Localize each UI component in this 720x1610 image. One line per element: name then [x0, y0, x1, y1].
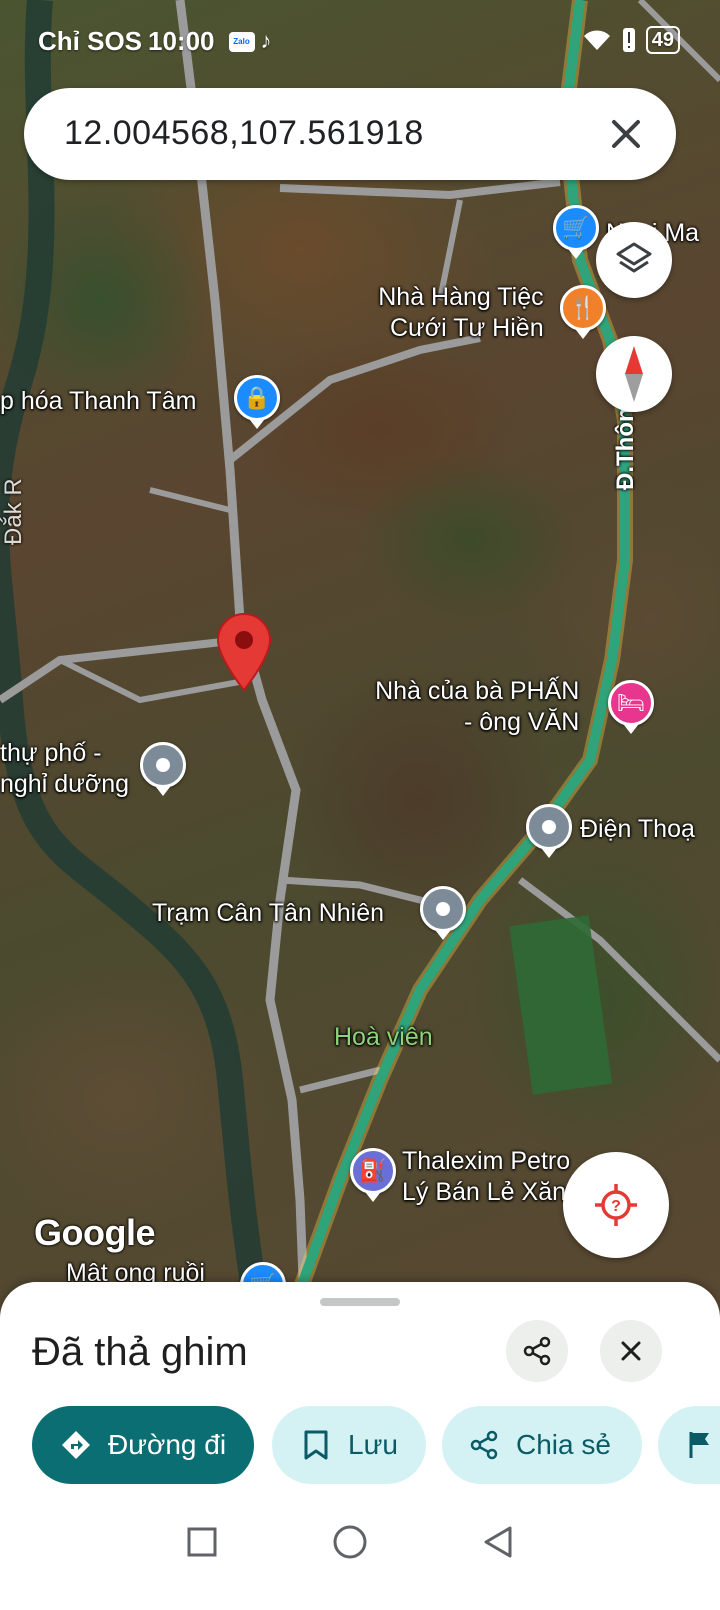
alert-icon — [622, 28, 635, 52]
map-roads — [0, 0, 720, 1330]
poi-label-petrol-line1: Thalexim Petro — [402, 1147, 571, 1175]
status-bar: Chỉ SOS 10:00 Zalo ♪ 49 — [0, 22, 720, 62]
share-icon — [468, 1429, 500, 1461]
poi-label-petrol-line2: Lý Bán Lẻ Xăn — [402, 1178, 567, 1206]
directions-icon — [60, 1429, 92, 1461]
svg-text:?: ? — [611, 1198, 621, 1215]
carrier-label: Chỉ SOS — [38, 26, 143, 56]
location-poi-icon[interactable] — [420, 886, 466, 940]
poi-label-house[interactable]: Nhà của bà PHẤN - ông VĂN — [372, 676, 579, 738]
gas-station-poi-icon[interactable]: ⛽ — [350, 1148, 396, 1202]
close-icon — [621, 1341, 641, 1361]
shopping-cart-poi-icon[interactable]: 🛒 — [553, 205, 599, 259]
map-view[interactable]: 🛒 Ngọi Ma Nhà Hàng Tiệc Cưới Tư Hiền 🍴 p… — [0, 0, 720, 1330]
compass-icon — [625, 346, 643, 402]
poi-label-house-line2: - ông VĂN — [464, 708, 580, 736]
circle-icon — [333, 1525, 367, 1559]
share-chip-button[interactable]: Chia sẻ — [442, 1406, 642, 1484]
square-icon — [187, 1527, 217, 1557]
save-label: Lưu — [348, 1429, 398, 1460]
share-button[interactable] — [506, 1320, 568, 1382]
sheet-title: Đã thả ghim — [32, 1330, 248, 1374]
flag-icon — [684, 1429, 716, 1461]
poi-label-restaurant-line1: Nhà Hàng Tiệc — [378, 283, 544, 311]
poi-label-phone[interactable]: Điện Thoạ — [580, 814, 695, 845]
layers-button[interactable] — [596, 222, 672, 298]
save-button[interactable]: Lưu — [272, 1406, 426, 1484]
bookmark-icon — [300, 1429, 332, 1461]
hotel-poi-icon[interactable]: 🛏 — [608, 680, 654, 734]
google-logo: Google — [34, 1212, 156, 1253]
close-sheet-button[interactable] — [600, 1320, 662, 1382]
poi-label-villa-line2: nghỉ dưỡng — [0, 770, 130, 798]
directions-label: Đường đi — [108, 1429, 227, 1460]
shopping-bag-poi-icon[interactable]: 🔒 — [234, 375, 280, 429]
wifi-icon — [583, 30, 610, 50]
clock: 10:00 — [148, 26, 215, 56]
zalo-icon: Zalo — [228, 31, 255, 52]
share-label: Chia sẻ — [516, 1429, 611, 1460]
poi-label-weigh-station[interactable]: Trạm Cân Tân Nhiên — [152, 898, 384, 929]
drag-handle[interactable] — [320, 1298, 400, 1306]
triangle-back-icon — [484, 1526, 512, 1558]
road-label: Đ.Thôn — [612, 407, 639, 490]
back-button[interactable] — [468, 1512, 528, 1572]
recent-apps-button[interactable] — [172, 1512, 232, 1572]
search-bar[interactable]: 12.004568,107.561918 — [24, 88, 676, 180]
home-button[interactable] — [320, 1512, 380, 1572]
flag-chip-button[interactable] — [658, 1406, 720, 1484]
my-location-button[interactable]: ? — [563, 1152, 669, 1258]
layers-icon — [616, 242, 652, 273]
poi-label-grocery[interactable]: p hóa Thanh Tâm — [0, 386, 196, 417]
system-nav-bar — [0, 1490, 720, 1610]
location-poi-icon[interactable] — [526, 804, 572, 858]
compass-button[interactable] — [596, 336, 672, 412]
poi-label-restaurant-line2: Cưới Tư Hiền — [390, 314, 544, 342]
poi-label-house-line1: Nhà của bà PHẤN — [375, 677, 580, 705]
share-icon — [523, 1336, 551, 1366]
poi-label-villa[interactable]: thự phố - nghỉ dưỡng — [0, 738, 129, 800]
location-poi-icon[interactable] — [140, 742, 186, 796]
dropped-pin-icon — [216, 613, 272, 692]
restaurant-poi-icon[interactable]: 🍴 — [560, 285, 606, 339]
battery-indicator: 49 — [645, 26, 680, 54]
poi-label-petrol[interactable]: Thalexim Petro Lý Bán Lẻ Xăn — [402, 1146, 570, 1208]
action-chip-row[interactable]: Đường đi Lưu Chia sẻ — [0, 1406, 720, 1486]
search-input[interactable]: 12.004568,107.561918 — [64, 114, 424, 153]
location-crosshair-icon: ? — [595, 1184, 637, 1226]
poi-label-restaurant[interactable]: Nhà Hàng Tiệc Cưới Tư Hiền — [366, 282, 544, 344]
poi-label-garden[interactable]: Hoà viên — [334, 1022, 433, 1053]
directions-button[interactable]: Đường đi — [32, 1406, 254, 1484]
tiktok-icon: ♪ — [260, 27, 272, 53]
river-label: Đắk R — [0, 478, 27, 545]
close-icon[interactable] — [604, 112, 648, 156]
poi-label-villa-line1: thự phố - — [0, 739, 102, 767]
